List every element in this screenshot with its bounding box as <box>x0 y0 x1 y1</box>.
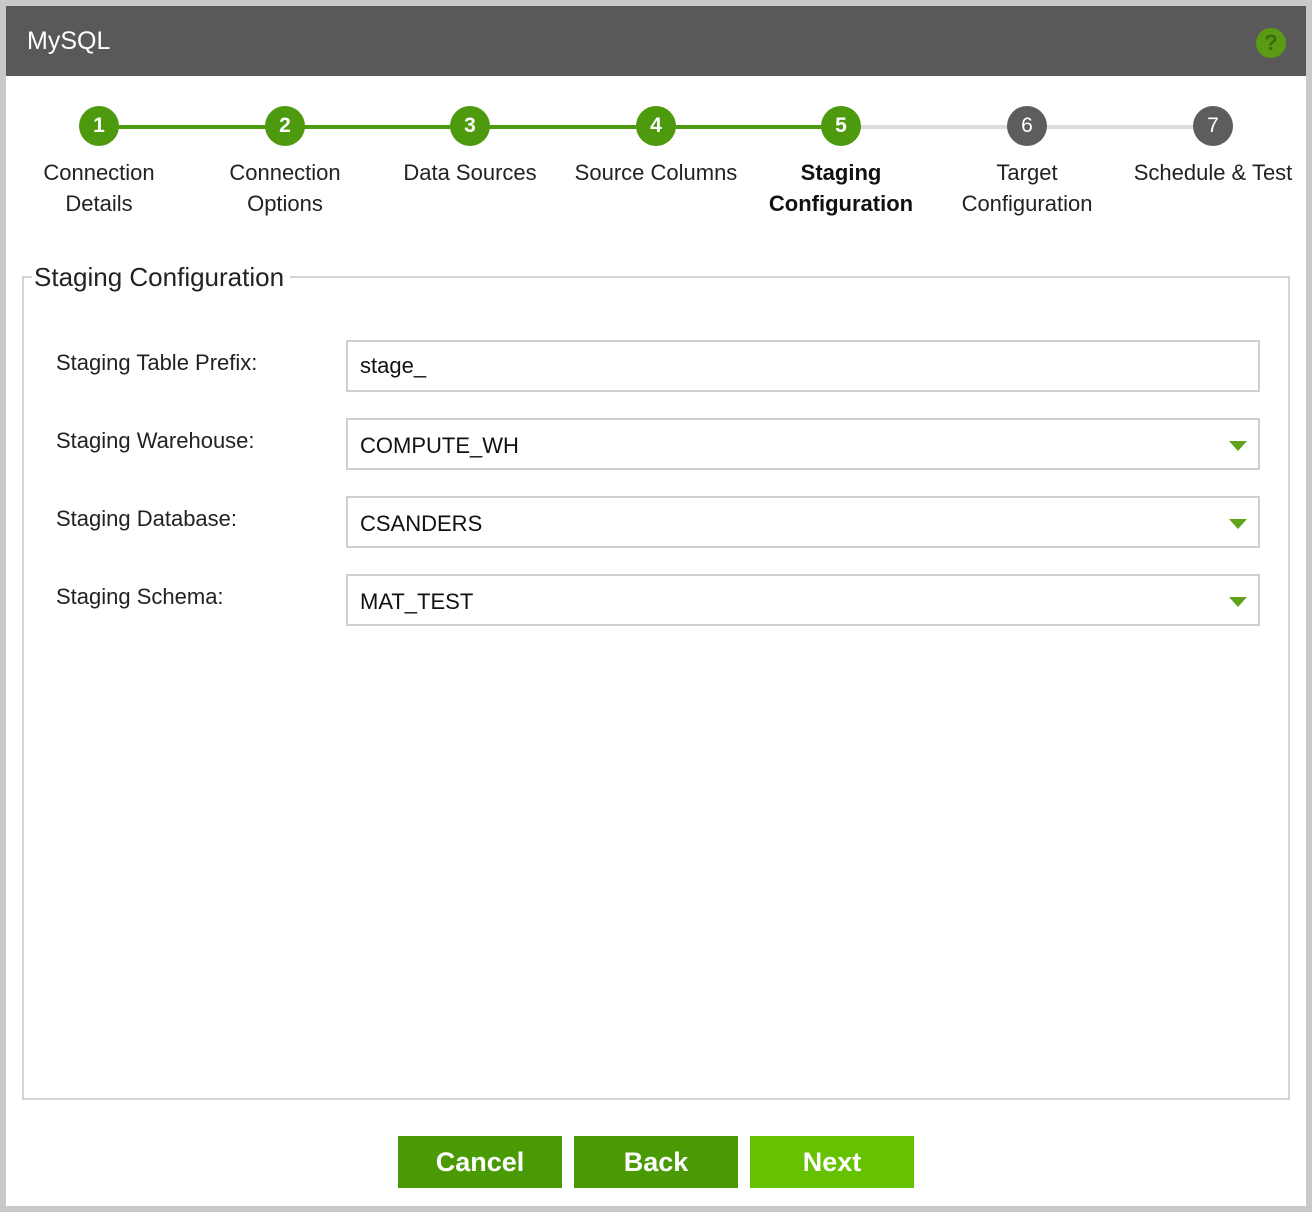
next-button[interactable]: Next <box>750 1136 914 1188</box>
wizard-dialog: MySQL ? 1 Connection Details 2 Connectio… <box>6 6 1306 1206</box>
step-number: 3 <box>450 106 490 146</box>
chevron-down-icon <box>1229 441 1247 451</box>
step-source-columns[interactable]: 4 Source Columns <box>566 106 746 188</box>
back-button[interactable]: Back <box>574 1136 738 1188</box>
step-connection-details[interactable]: 1 Connection Details <box>9 106 189 219</box>
step-label: Schedule & Test <box>1133 160 1293 185</box>
help-icon[interactable]: ? <box>1256 28 1286 58</box>
field-row-schema: Staging Schema: MAT_TEST <box>56 574 1276 626</box>
staging-configuration-panel: Staging Configuration Staging Table Pref… <box>22 262 1290 1100</box>
field-row-database: Staging Database: CSANDERS <box>56 496 1276 548</box>
select-value: CSANDERS <box>360 511 483 536</box>
select-value: COMPUTE_WH <box>360 433 519 458</box>
step-connection-options[interactable]: 2 Connection Options <box>195 106 375 219</box>
step-number: 1 <box>79 106 119 146</box>
field-label: Staging Schema: <box>56 584 224 609</box>
step-schedule-test[interactable]: 7 Schedule & Test <box>1123 106 1303 188</box>
staging-warehouse-select[interactable]: COMPUTE_WH <box>346 418 1260 470</box>
field-label: Staging Warehouse: <box>56 428 255 453</box>
chevron-down-icon <box>1229 519 1247 529</box>
step-number: 5 <box>821 106 861 146</box>
step-number: 7 <box>1193 106 1233 146</box>
field-row-warehouse: Staging Warehouse: COMPUTE_WH <box>56 418 1276 470</box>
step-number: 4 <box>636 106 676 146</box>
cancel-button[interactable]: Cancel <box>398 1136 562 1188</box>
field-row-table-prefix: Staging Table Prefix: <box>56 340 1276 392</box>
step-label: Connection Options <box>229 160 341 216</box>
step-label: Staging Configuration <box>768 160 914 216</box>
field-label: Staging Table Prefix: <box>56 350 258 375</box>
panel-title: Staging Configuration <box>34 262 285 292</box>
step-data-sources[interactable]: 3 Data Sources <box>380 106 560 188</box>
step-label: Connection Details <box>43 160 155 216</box>
wizard-stepper: 1 Connection Details 2 Connection Option… <box>6 106 1306 226</box>
step-label: Target Configuration <box>961 160 1093 216</box>
select-value: MAT_TEST <box>360 589 474 614</box>
chevron-down-icon <box>1229 597 1247 607</box>
field-label: Staging Database: <box>56 506 238 531</box>
title-bar: MySQL ? <box>6 6 1306 76</box>
staging-table-prefix-input[interactable] <box>346 340 1260 392</box>
step-number: 6 <box>1007 106 1047 146</box>
step-label: Source Columns <box>574 160 738 185</box>
step-label: Data Sources <box>403 160 537 185</box>
window-title: MySQL <box>27 27 111 55</box>
step-number: 2 <box>265 106 305 146</box>
step-target-configuration[interactable]: 6 Target Configuration <box>937 106 1117 219</box>
staging-schema-select[interactable]: MAT_TEST <box>346 574 1260 626</box>
step-staging-configuration[interactable]: 5 Staging Configuration <box>751 106 931 219</box>
staging-database-select[interactable]: CSANDERS <box>346 496 1260 548</box>
